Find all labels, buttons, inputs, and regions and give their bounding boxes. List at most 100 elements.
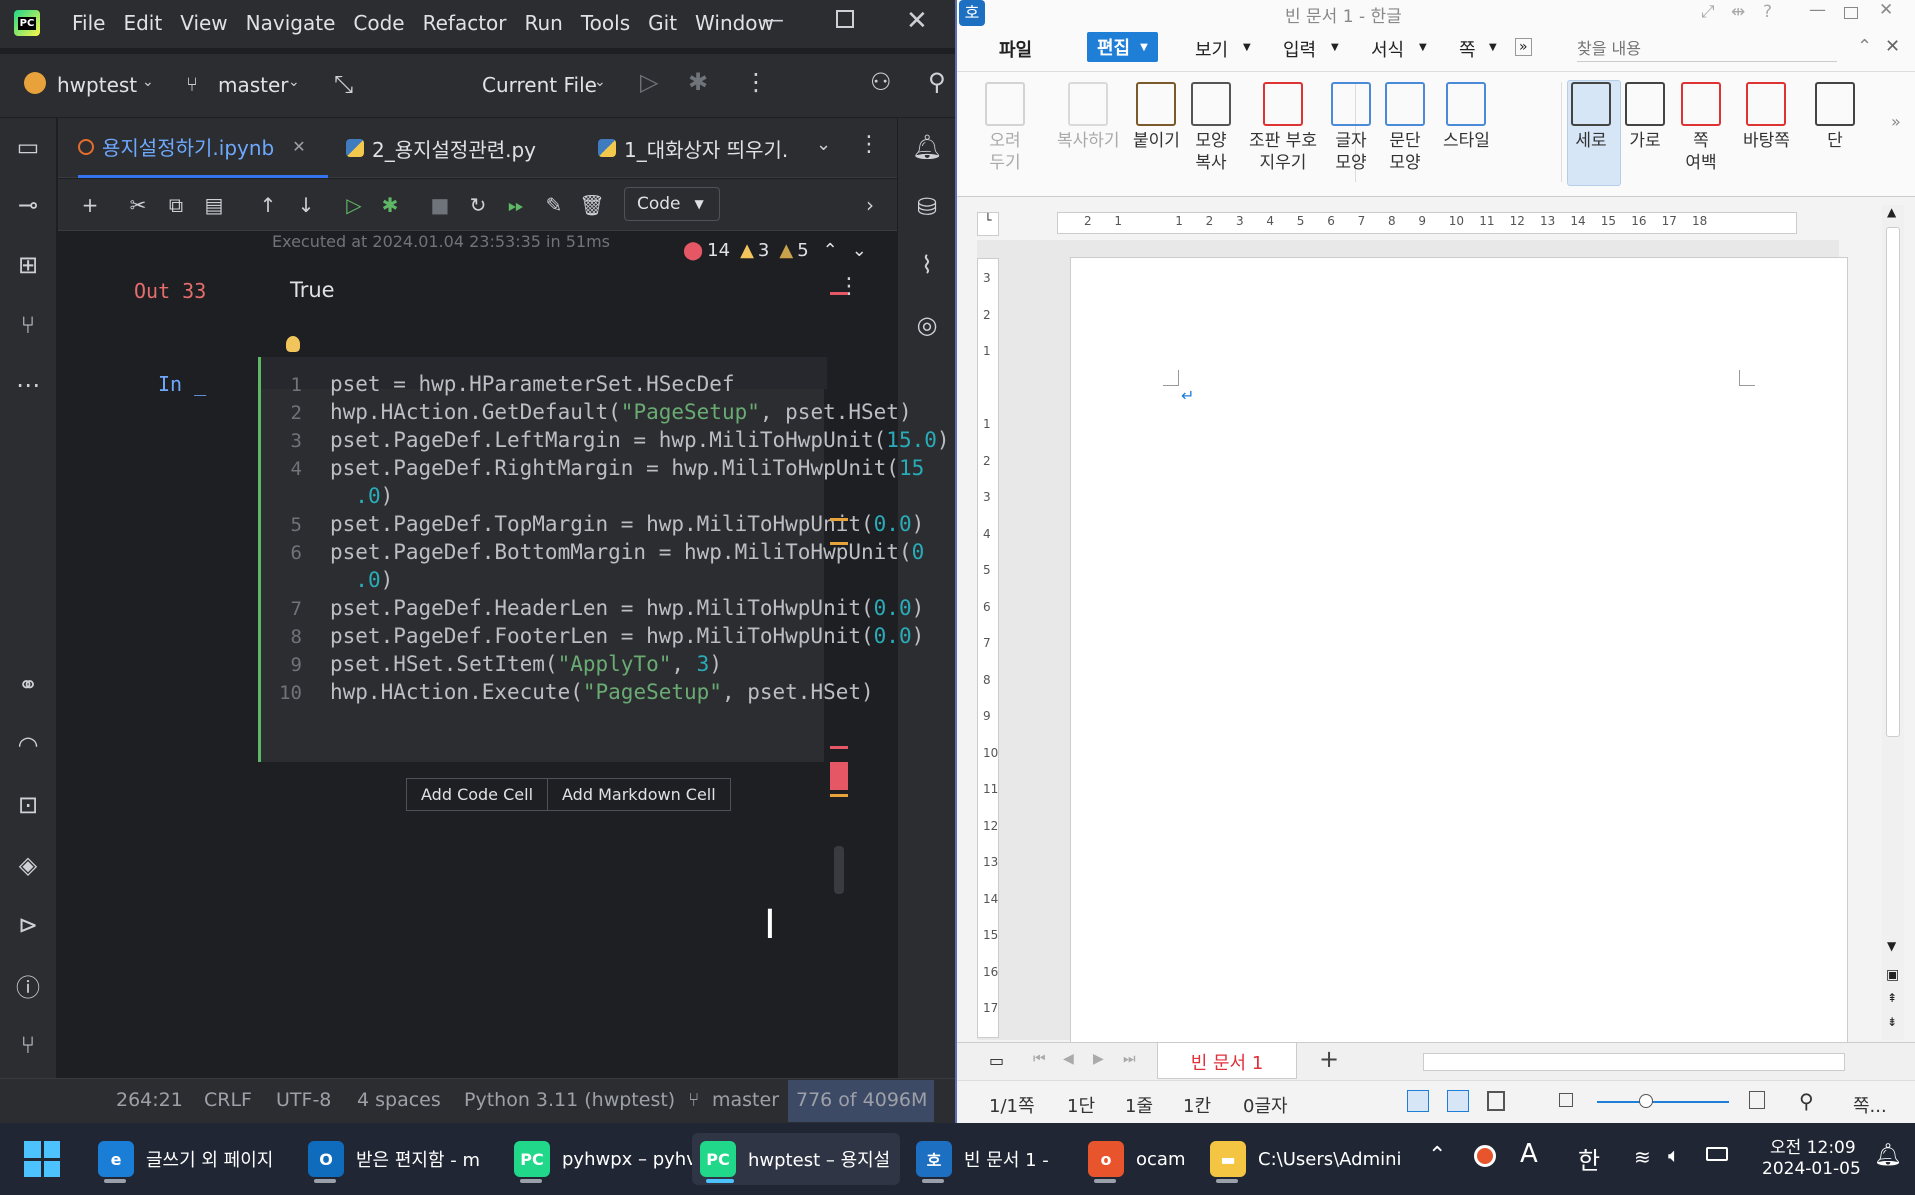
start-button[interactable] bbox=[24, 1141, 60, 1177]
maximize-icon[interactable] bbox=[1844, 7, 1858, 19]
ribbon-format-copy-button[interactable]: 모양 복사 bbox=[1191, 82, 1231, 174]
notification-bell-icon[interactable]: 🔔︎ bbox=[1874, 1143, 1902, 1168]
zoom-in-icon[interactable] bbox=[1749, 1091, 1765, 1109]
search-icon[interactable]: ⚲ bbox=[928, 68, 946, 96]
menu-run[interactable]: Run bbox=[525, 11, 563, 35]
menu-file[interactable]: 파일 bbox=[999, 36, 1032, 62]
help-icon[interactable]: ? bbox=[1763, 2, 1772, 22]
vcs-update-icon[interactable]: ⤡ bbox=[334, 70, 353, 98]
cell-type-select[interactable]: Code ▼ bbox=[624, 187, 720, 221]
minimize-icon[interactable]: — bbox=[762, 8, 784, 33]
delete-icon[interactable]: 🗑︎ bbox=[578, 191, 606, 219]
code-line[interactable]: .0) bbox=[330, 568, 393, 592]
folder-icon[interactable]: ▭ bbox=[11, 130, 45, 164]
tab-py-2[interactable]: 2_용지설정관련.py bbox=[346, 118, 536, 178]
ribbon-para-shape-button[interactable]: 문단 모양 bbox=[1385, 82, 1425, 174]
first-page-icon[interactable]: ⏮︎ bbox=[1033, 1051, 1046, 1067]
run-config-selector[interactable]: Current File bbox=[482, 73, 597, 97]
menu-page[interactable]: 쪽 bbox=[1459, 36, 1476, 62]
add-user-icon[interactable]: ⚇ bbox=[870, 68, 892, 96]
minimize-icon[interactable]: — bbox=[1809, 0, 1826, 20]
menu-format[interactable]: 서식 bbox=[1371, 36, 1404, 62]
ribbon-copy-button[interactable]: 복사하기 bbox=[1057, 82, 1120, 152]
prev-page-icon[interactable]: ⇞ bbox=[1887, 991, 1897, 1005]
add-code-cell-button[interactable]: Add Code Cell bbox=[407, 779, 549, 810]
move-down-icon[interactable]: ↓ bbox=[292, 191, 320, 219]
full-page-icon[interactable] bbox=[1487, 1091, 1505, 1111]
pull-request-icon[interactable]: ⑂ bbox=[11, 308, 45, 342]
more-icon[interactable]: ⋮ bbox=[744, 68, 768, 96]
vertical-scrollbar[interactable]: ▲ ▼ ▣ ⇞ ⇟ bbox=[1882, 205, 1904, 1040]
scroll-up-icon[interactable]: ▲ bbox=[1887, 205, 1896, 219]
interpreter[interactable]: Python 3.11 (hwptest) bbox=[464, 1089, 675, 1111]
chevron-right-icon[interactable]: › bbox=[856, 191, 884, 219]
code-line[interactable]: hwp.HAction.Execute("PageSetup", pset.HS… bbox=[330, 680, 874, 704]
menu-view[interactable]: 보기 bbox=[1195, 36, 1228, 62]
maximize-icon[interactable] bbox=[836, 10, 854, 28]
run-icon[interactable]: ▷ bbox=[640, 68, 658, 96]
menu-edit[interactable]: Edit bbox=[123, 11, 162, 35]
branch-selector[interactable]: master bbox=[218, 73, 289, 97]
layers-icon[interactable]: ◈ bbox=[11, 848, 45, 882]
scroll-thumb[interactable] bbox=[1886, 227, 1900, 737]
ime-indicator[interactable]: 한 bbox=[1578, 1141, 1600, 1176]
close-tab-icon[interactable]: ✕ bbox=[292, 137, 305, 156]
inspection-widget[interactable]: ⬤ 14 ▲ 3 ▲ 5 ⌃ ⌄ bbox=[683, 240, 867, 261]
fit-width-icon[interactable] bbox=[1447, 1090, 1469, 1112]
code-line[interactable]: .0) bbox=[330, 484, 393, 508]
zoom-mode[interactable]: 쪽... bbox=[1853, 1092, 1887, 1118]
paste-icon[interactable]: ▤ bbox=[200, 191, 228, 219]
ribbon-columns-button[interactable]: 단 bbox=[1815, 82, 1855, 152]
debug-cell-icon[interactable]: ✱ bbox=[376, 191, 404, 219]
prev-page-icon[interactable]: ◀ bbox=[1063, 1051, 1074, 1067]
ai-assistant-icon[interactable]: ◎ bbox=[910, 308, 944, 342]
ribbon-portrait-button[interactable]: 세로 bbox=[1571, 82, 1611, 152]
menu-git[interactable]: Git bbox=[648, 11, 677, 35]
indent-setting[interactable]: 4 spaces bbox=[357, 1089, 441, 1111]
python-console-icon[interactable]: ⚭ bbox=[11, 668, 45, 702]
close-icon[interactable]: ✕ bbox=[1879, 0, 1893, 20]
clear-outputs-icon[interactable]: ✎ bbox=[540, 191, 568, 219]
database-icon[interactable]: ⛁ bbox=[910, 190, 944, 224]
ribbon-style-button[interactable]: 스타일 bbox=[1443, 82, 1490, 152]
font-icon[interactable]: A bbox=[1520, 1139, 1538, 1169]
status-page[interactable]: 1/1쪽 bbox=[989, 1092, 1035, 1118]
taskbar-item-pycharm-hwptest[interactable]: PC hwptest – 용지설 bbox=[692, 1133, 901, 1185]
clock-date[interactable]: 2024-01-05 bbox=[1762, 1159, 1861, 1179]
tab-notebook[interactable]: 용지설정하기.ipynb ✕ bbox=[78, 118, 328, 178]
file-encoding[interactable]: UTF-8 bbox=[276, 1089, 331, 1111]
menu-refactor[interactable]: Refactor bbox=[423, 11, 507, 35]
taskbar-item-ocam[interactable]: o ocam bbox=[1080, 1133, 1195, 1185]
taskbar-item-pycharm-pyhwpx[interactable]: PC pyhwpx – pyhv bbox=[506, 1133, 707, 1185]
ribbon-paste-button[interactable]: 붙이기 bbox=[1133, 82, 1180, 152]
status-branch[interactable]: master bbox=[712, 1089, 779, 1111]
more-tools-icon[interactable]: ⋯ bbox=[11, 368, 45, 402]
tab-py-1[interactable]: 1_대화상자 띄우기. bbox=[598, 118, 788, 178]
ribbon-char-shape-button[interactable]: 글자 모양 bbox=[1331, 82, 1371, 174]
volume-icon[interactable]: 🔈︎ bbox=[1668, 1143, 1680, 1167]
tray-chevron-icon[interactable]: ⌃ bbox=[1428, 1143, 1446, 1168]
restart-icon[interactable]: ↻ bbox=[464, 191, 492, 219]
zoom-slider-thumb[interactable] bbox=[1639, 1094, 1653, 1108]
doc-view-icon[interactable]: ▭ bbox=[989, 1051, 1004, 1070]
scroll-down-icon[interactable]: ▼ bbox=[1887, 939, 1896, 953]
sciview-icon[interactable]: ⌇ bbox=[910, 248, 944, 282]
next-page-icon[interactable]: ⇟ bbox=[1887, 1015, 1897, 1029]
memory-indicator[interactable]: 776 of 4096M bbox=[788, 1080, 934, 1122]
tab-list-chevron-icon[interactable]: ⌄ bbox=[816, 134, 831, 155]
project-selector[interactable]: hwptest bbox=[57, 73, 137, 97]
close-ribbon-icon[interactable]: ✕ bbox=[1885, 36, 1900, 57]
menu-code[interactable]: Code bbox=[353, 11, 404, 35]
notifications-icon[interactable]: 🔔︎ bbox=[910, 130, 944, 164]
document-area[interactable]: ↵ bbox=[977, 240, 1848, 1057]
commit-icon[interactable]: ⊸ bbox=[11, 188, 45, 222]
ribbon-landscape-button[interactable]: 가로 bbox=[1625, 82, 1665, 152]
ribbon-page-margin-button[interactable]: 쪽 여백 bbox=[1681, 82, 1721, 174]
menu-edit[interactable]: 편집 ▼ bbox=[1087, 32, 1158, 62]
cursor-position[interactable]: 264:21 bbox=[116, 1089, 183, 1111]
find-input[interactable] bbox=[1577, 36, 1837, 62]
doc-tab-active[interactable]: 빈 문서 1 bbox=[1157, 1043, 1297, 1079]
services-icon[interactable]: ◠ bbox=[11, 728, 45, 762]
horizontal-scrollbar[interactable] bbox=[1423, 1053, 1845, 1071]
taskbar-item-edge[interactable]: e 글쓰기 외 페이지 bbox=[90, 1133, 283, 1185]
